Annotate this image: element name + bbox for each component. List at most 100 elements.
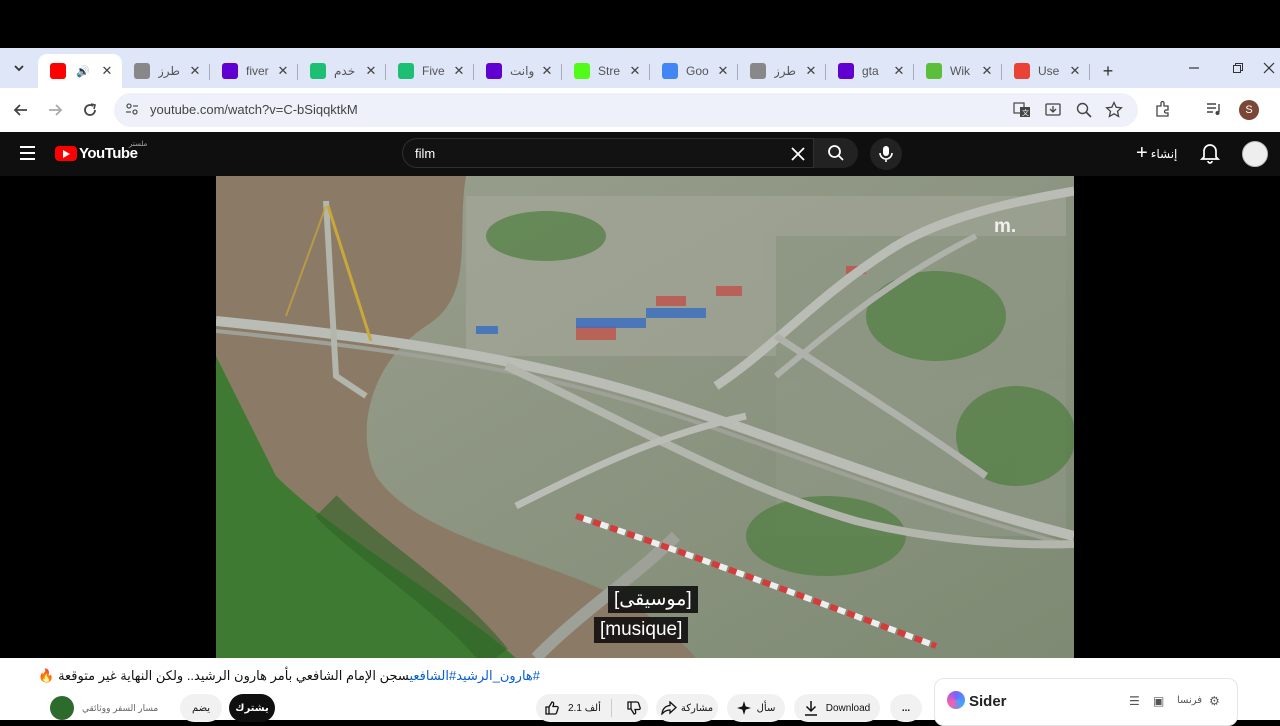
search-button[interactable] (814, 138, 858, 168)
kick-icon (574, 63, 590, 79)
speaker-icon[interactable]: 🔊 (76, 65, 90, 78)
video-watermark: m. (994, 216, 1017, 237)
tab-close-icon[interactable]: ✕ (892, 63, 906, 79)
tab-close-icon[interactable]: ✕ (188, 63, 202, 79)
zoom-icon[interactable] (1074, 101, 1094, 119)
create-button[interactable]: + إنشاء (1136, 142, 1177, 165)
video-player[interactable]: m. [موسيقى] [musique] (216, 176, 1074, 658)
menu-icon[interactable] (20, 146, 35, 164)
tab-label: Goo (686, 64, 709, 78)
video-info: #هارون_الرشيد#الشافعيسجن الإمام الشافعي … (0, 658, 1280, 726)
youtube-icon (50, 63, 66, 79)
tab-close-icon[interactable]: ✕ (364, 63, 378, 79)
join-button[interactable]: يضم (180, 694, 222, 722)
tab-close-icon[interactable]: ✕ (628, 63, 642, 79)
minimize-button[interactable] (1172, 48, 1216, 88)
download-button[interactable]: Download (794, 694, 880, 722)
leaf-icon (926, 63, 942, 79)
ask-button[interactable]: سأل (727, 694, 785, 722)
tab-close-icon[interactable]: ✕ (1068, 63, 1082, 79)
tab-close-icon[interactable]: ✕ (276, 63, 290, 79)
translate-icon[interactable]: 文 (1012, 101, 1032, 119)
install-app-icon[interactable] (1043, 101, 1063, 119)
forward-button[interactable] (41, 96, 69, 124)
new-tab-button[interactable]: + (1094, 54, 1122, 88)
youtube-logo[interactable]: YouTube ملستر (55, 141, 147, 162)
yahoo-icon (222, 63, 238, 79)
tab-label: وانت (510, 64, 535, 78)
tab-close-icon[interactable]: ✕ (540, 63, 554, 79)
profile-avatar[interactable]: S (1239, 100, 1259, 120)
browser-tab[interactable]: 🔊 ✕ (38, 54, 122, 88)
search-icon (828, 145, 844, 161)
tab-close-icon[interactable]: ✕ (804, 63, 818, 79)
subscribe-button[interactable]: يشترك (229, 694, 275, 722)
arrow-left-icon (13, 104, 27, 116)
channel-name[interactable]: مسار السفر ووثائقي (82, 703, 158, 714)
tab-close-icon[interactable]: ✕ (980, 63, 994, 79)
browser-tab[interactable]: Stre ✕ (562, 54, 650, 88)
browser-tab[interactable]: Goo ✕ (650, 54, 738, 88)
search-input[interactable]: film (402, 138, 814, 168)
tab-close-icon[interactable]: ✕ (100, 63, 114, 79)
settings-gear-icon[interactable]: ⚙ (1209, 694, 1220, 708)
browser-tab[interactable]: Use ✕ (1002, 54, 1090, 88)
like-button[interactable]: 2.1 ألف (544, 700, 601, 716)
clear-search-icon[interactable] (791, 143, 805, 166)
voice-search-button[interactable] (870, 138, 902, 170)
channel-avatar[interactable] (50, 696, 74, 720)
list-icon[interactable]: ☰ (1129, 694, 1140, 708)
browser-tab[interactable]: طرز ✕ (122, 54, 210, 88)
youtube-play-icon (55, 146, 77, 161)
bookmark-star-icon[interactable] (1104, 100, 1124, 119)
thumbs-up-icon (545, 701, 559, 715)
sider-panel[interactable]: Sider ☰ ▣ فرنسا ⚙ (934, 678, 1238, 726)
browser-tab[interactable]: fiver ✕ (210, 54, 298, 88)
browser-tab[interactable]: gta ✕ (826, 54, 914, 88)
more-actions-button[interactable]: ... (890, 694, 922, 722)
browser-tab[interactable]: Wik ✕ (914, 54, 1002, 88)
tab-label: خدم (334, 64, 356, 78)
back-button[interactable] (7, 96, 35, 124)
google-icon (662, 63, 678, 79)
ask-label: سأل (756, 702, 776, 714)
restore-button[interactable] (1216, 48, 1260, 88)
address-bar[interactable]: youtube.com/watch?v=C-bSiqqktkM 文 (114, 93, 1138, 127)
browser-toolbar: youtube.com/watch?v=C-bSiqqktkM 文 S (0, 88, 1280, 132)
share-icon (661, 701, 677, 715)
browser-tab[interactable]: Five ✕ (386, 54, 474, 88)
browser-tab[interactable]: طرز ✕ (738, 54, 826, 88)
openai-icon (134, 63, 150, 79)
site-info-icon[interactable] (124, 101, 140, 120)
fiverr-icon (310, 63, 326, 79)
video-title-text: سجن الإمام الشافعي بأمر هارون الرشيد.. و… (38, 668, 410, 683)
tab-label: Use (1038, 64, 1060, 78)
channel-row[interactable]: مسار السفر ووثائقي (50, 696, 158, 720)
notifications-bell-icon[interactable] (1199, 142, 1221, 164)
media-control-icon[interactable] (1204, 100, 1224, 120)
yahoo-icon (838, 63, 854, 79)
browser-tab[interactable]: خدم ✕ (298, 54, 386, 88)
video-title-tags[interactable]: #هارون_الرشيد#الشافعي (409, 668, 540, 683)
tab-label: Wik (950, 64, 970, 78)
tab-close-icon[interactable]: ✕ (716, 63, 730, 79)
reload-button[interactable] (76, 96, 104, 124)
minimize-icon (1189, 67, 1199, 69)
subtitle-icon[interactable]: ▣ (1153, 694, 1164, 708)
tab-search-button[interactable] (0, 48, 38, 88)
tab-close-icon[interactable]: ✕ (452, 63, 466, 79)
top-black-bar (0, 0, 1280, 48)
close-window-button[interactable] (1258, 48, 1280, 88)
like-divider (610, 699, 612, 717)
browser-tab[interactable]: وانت ✕ (474, 54, 562, 88)
youtube-header: YouTube ملستر film + إنشاء (0, 132, 1280, 176)
extensions-icon[interactable] (1153, 100, 1173, 120)
dislike-button[interactable] (626, 700, 642, 716)
search-query: film (415, 146, 436, 161)
share-button[interactable]: مشاركة (656, 694, 718, 722)
svg-text:文: 文 (1022, 108, 1029, 117)
create-label: إنشاء (1150, 146, 1178, 161)
account-avatar[interactable] (1242, 141, 1268, 167)
sider-language[interactable]: فرنسا (1177, 695, 1202, 706)
sider-name: Sider (969, 693, 1007, 710)
